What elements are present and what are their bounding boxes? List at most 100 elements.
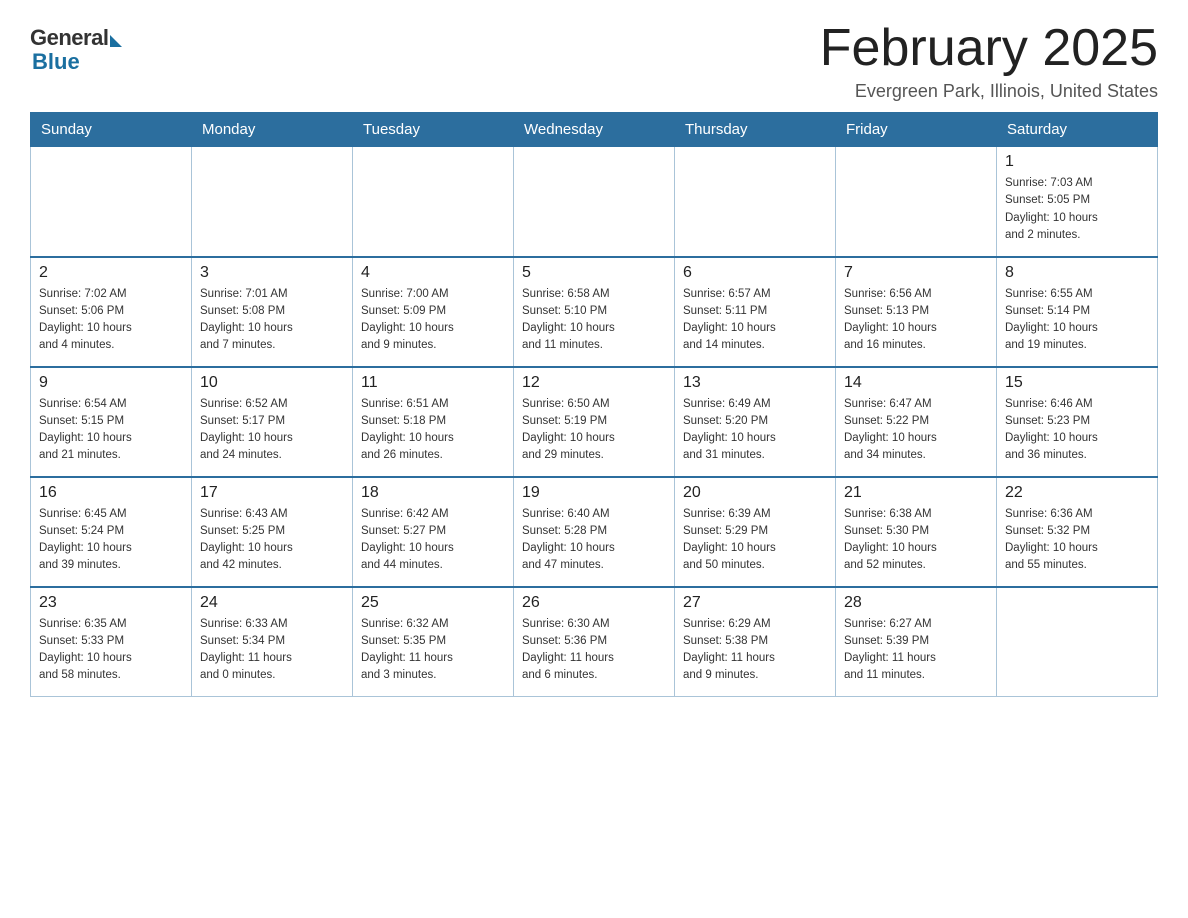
day-info: Sunrise: 7:01 AMSunset: 5:08 PMDaylight:… [200, 286, 344, 355]
day-number: 23 [39, 594, 183, 612]
day-number: 27 [683, 594, 827, 612]
day-info: Sunrise: 6:39 AMSunset: 5:29 PMDaylight:… [683, 506, 827, 575]
day-info: Sunrise: 6:42 AMSunset: 5:27 PMDaylight:… [361, 506, 505, 575]
calendar-cell: 23 Sunrise: 6:35 AMSunset: 5:33 PMDayligh… [31, 587, 192, 697]
day-info: Sunrise: 6:32 AMSunset: 5:35 PMDaylight:… [361, 616, 505, 685]
day-number: 12 [522, 374, 666, 392]
month-title: February 2025 [820, 20, 1158, 77]
calendar-table: SundayMondayTuesdayWednesdayThursdayFrid… [30, 112, 1158, 697]
calendar-cell [514, 147, 675, 257]
day-number: 4 [361, 264, 505, 282]
day-info: Sunrise: 6:35 AMSunset: 5:33 PMDaylight:… [39, 616, 183, 685]
calendar-cell [997, 587, 1158, 697]
day-info: Sunrise: 6:47 AMSunset: 5:22 PMDaylight:… [844, 396, 988, 465]
calendar-cell: 15Sunrise: 6:46 AMSunset: 5:23 PMDayligh… [997, 367, 1158, 477]
day-number: 15 [1005, 374, 1149, 392]
calendar-header-row: SundayMondayTuesdayWednesdayThursdayFrid… [31, 113, 1158, 147]
logo-general-text: General [30, 25, 108, 51]
day-info: Sunrise: 6:36 AMSunset: 5:32 PMDaylight:… [1005, 506, 1149, 575]
logo-blue-text: Blue [32, 49, 80, 75]
day-info: Sunrise: 6:54 AMSunset: 5:15 PMDaylight:… [39, 396, 183, 465]
calendar-header-thursday: Thursday [675, 113, 836, 147]
calendar-header-tuesday: Tuesday [353, 113, 514, 147]
day-info: Sunrise: 6:56 AMSunset: 5:13 PMDaylight:… [844, 286, 988, 355]
calendar-cell: 18 Sunrise: 6:42 AMSunset: 5:27 PMDayligh… [353, 477, 514, 587]
calendar-header-sunday: Sunday [31, 113, 192, 147]
calendar-cell: 19 Sunrise: 6:40 AMSunset: 5:28 PMDayligh… [514, 477, 675, 587]
day-info: Sunrise: 6:30 AMSunset: 5:36 PMDaylight:… [522, 616, 666, 685]
day-number: 28 [844, 594, 988, 612]
calendar-cell: 9 Sunrise: 6:54 AMSunset: 5:15 PMDaylight… [31, 367, 192, 477]
day-info: Sunrise: 6:51 AMSunset: 5:18 PMDaylight:… [361, 396, 505, 465]
day-info: Sunrise: 6:40 AMSunset: 5:28 PMDaylight:… [522, 506, 666, 575]
calendar-cell: 22Sunrise: 6:36 AMSunset: 5:32 PMDayligh… [997, 477, 1158, 587]
calendar-week-row: 1 Sunrise: 7:03 AMSunset: 5:05 PMDaylight… [31, 147, 1158, 257]
calendar-cell: 12 Sunrise: 6:50 AMSunset: 5:19 PMDayligh… [514, 367, 675, 477]
day-number: 5 [522, 264, 666, 282]
calendar-cell: 24 Sunrise: 6:33 AMSunset: 5:34 PMDayligh… [192, 587, 353, 697]
calendar-cell: 25Sunrise: 6:32 AMSunset: 5:35 PMDayligh… [353, 587, 514, 697]
day-info: Sunrise: 6:50 AMSunset: 5:19 PMDaylight:… [522, 396, 666, 465]
day-number: 26 [522, 594, 666, 612]
day-number: 11 [361, 374, 505, 392]
day-number: 6 [683, 264, 827, 282]
calendar-week-row: 9 Sunrise: 6:54 AMSunset: 5:15 PMDaylight… [31, 367, 1158, 477]
day-info: Sunrise: 7:03 AMSunset: 5:05 PMDaylight:… [1005, 175, 1149, 244]
calendar-cell: 17Sunrise: 6:43 AMSunset: 5:25 PMDayligh… [192, 477, 353, 587]
calendar-cell: 4 Sunrise: 7:00 AMSunset: 5:09 PMDaylight… [353, 257, 514, 367]
day-number: 2 [39, 264, 183, 282]
day-info: Sunrise: 6:55 AMSunset: 5:14 PMDaylight:… [1005, 286, 1149, 355]
day-number: 19 [522, 484, 666, 502]
day-number: 20 [683, 484, 827, 502]
calendar-cell [675, 147, 836, 257]
day-number: 9 [39, 374, 183, 392]
calendar-cell: 1 Sunrise: 7:03 AMSunset: 5:05 PMDaylight… [997, 147, 1158, 257]
day-info: Sunrise: 7:00 AMSunset: 5:09 PMDaylight:… [361, 286, 505, 355]
day-info: Sunrise: 7:02 AMSunset: 5:06 PMDaylight:… [39, 286, 183, 355]
location-text: Evergreen Park, Illinois, United States [820, 81, 1158, 102]
calendar-cell: 11 Sunrise: 6:51 AMSunset: 5:18 PMDayligh… [353, 367, 514, 477]
calendar-week-row: 16 Sunrise: 6:45 AMSunset: 5:24 PMDayligh… [31, 477, 1158, 587]
day-number: 8 [1005, 264, 1149, 282]
calendar-cell: 26 Sunrise: 6:30 AMSunset: 5:36 PMDayligh… [514, 587, 675, 697]
calendar-cell: 20 Sunrise: 6:39 AMSunset: 5:29 PMDayligh… [675, 477, 836, 587]
day-number: 24 [200, 594, 344, 612]
calendar-header-wednesday: Wednesday [514, 113, 675, 147]
day-number: 3 [200, 264, 344, 282]
day-number: 1 [1005, 153, 1149, 171]
calendar-cell: 6 Sunrise: 6:57 AMSunset: 5:11 PMDaylight… [675, 257, 836, 367]
calendar-cell: 3 Sunrise: 7:01 AMSunset: 5:08 PMDaylight… [192, 257, 353, 367]
day-info: Sunrise: 6:33 AMSunset: 5:34 PMDaylight:… [200, 616, 344, 685]
calendar-header-friday: Friday [836, 113, 997, 147]
calendar-cell: 7 Sunrise: 6:56 AMSunset: 5:13 PMDaylight… [836, 257, 997, 367]
day-number: 16 [39, 484, 183, 502]
calendar-header-monday: Monday [192, 113, 353, 147]
calendar-cell: 27 Sunrise: 6:29 AMSunset: 5:38 PMDayligh… [675, 587, 836, 697]
day-number: 7 [844, 264, 988, 282]
calendar-week-row: 2 Sunrise: 7:02 AMSunset: 5:06 PMDaylight… [31, 257, 1158, 367]
day-info: Sunrise: 6:57 AMSunset: 5:11 PMDaylight:… [683, 286, 827, 355]
calendar-cell: 16 Sunrise: 6:45 AMSunset: 5:24 PMDayligh… [31, 477, 192, 587]
calendar-cell: 10 Sunrise: 6:52 AMSunset: 5:17 PMDayligh… [192, 367, 353, 477]
calendar-week-row: 23 Sunrise: 6:35 AMSunset: 5:33 PMDayligh… [31, 587, 1158, 697]
day-info: Sunrise: 6:58 AMSunset: 5:10 PMDaylight:… [522, 286, 666, 355]
calendar-cell: 8 Sunrise: 6:55 AMSunset: 5:14 PMDaylight… [997, 257, 1158, 367]
calendar-cell: 28Sunrise: 6:27 AMSunset: 5:39 PMDayligh… [836, 587, 997, 697]
calendar-cell [836, 147, 997, 257]
day-number: 10 [200, 374, 344, 392]
day-number: 18 [361, 484, 505, 502]
calendar-cell [353, 147, 514, 257]
page-header: General Blue February 2025 Evergreen Par… [30, 20, 1158, 102]
logo-arrow-icon [110, 35, 122, 47]
calendar-cell [192, 147, 353, 257]
day-info: Sunrise: 6:43 AMSunset: 5:25 PMDaylight:… [200, 506, 344, 575]
day-info: Sunrise: 6:45 AMSunset: 5:24 PMDaylight:… [39, 506, 183, 575]
calendar-cell: 5 Sunrise: 6:58 AMSunset: 5:10 PMDaylight… [514, 257, 675, 367]
calendar-cell: 14 Sunrise: 6:47 AMSunset: 5:22 PMDayligh… [836, 367, 997, 477]
day-info: Sunrise: 6:52 AMSunset: 5:17 PMDaylight:… [200, 396, 344, 465]
day-number: 13 [683, 374, 827, 392]
calendar-header-saturday: Saturday [997, 113, 1158, 147]
day-info: Sunrise: 6:38 AMSunset: 5:30 PMDaylight:… [844, 506, 988, 575]
day-number: 14 [844, 374, 988, 392]
day-info: Sunrise: 6:29 AMSunset: 5:38 PMDaylight:… [683, 616, 827, 685]
